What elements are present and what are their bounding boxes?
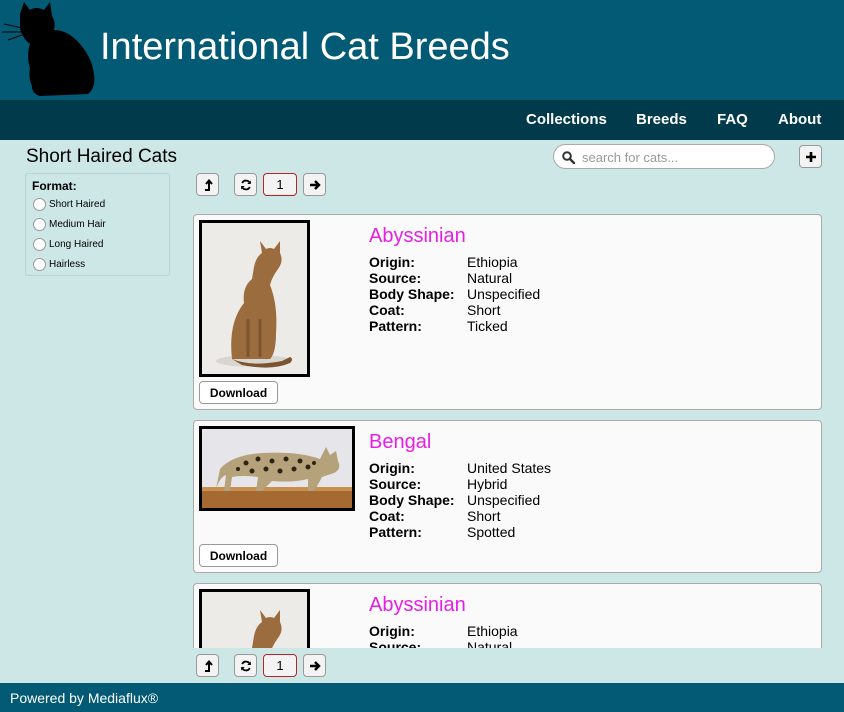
attribute-label: Origin: bbox=[369, 460, 415, 476]
filter-title: Format: bbox=[32, 179, 77, 193]
breed-photo[interactable] bbox=[199, 426, 355, 511]
breed-photo[interactable] bbox=[199, 220, 310, 377]
plus-icon bbox=[805, 151, 816, 162]
next-page-button[interactable] bbox=[303, 654, 326, 677]
refresh-button[interactable] bbox=[234, 173, 257, 196]
attribute-value: Unspecified bbox=[467, 286, 541, 302]
attribute-label: Origin: bbox=[369, 623, 415, 639]
attribute-label: Coat: bbox=[369, 302, 405, 318]
attribute-value: Ethiopia bbox=[467, 623, 518, 639]
refresh-icon bbox=[240, 660, 251, 671]
results-list[interactable]: Abyssinian Origin: Ethiopia Source: Natu… bbox=[193, 214, 822, 648]
filter-option-long-haired[interactable]: Long Haired bbox=[33, 236, 103, 252]
attribute-value: Ticked bbox=[467, 318, 508, 334]
site-title: International Cat Breeds bbox=[100, 26, 510, 68]
breed-photo[interactable] bbox=[199, 589, 310, 648]
filter-option-label: Short Haired bbox=[49, 198, 106, 210]
filter-option-label: Hairless bbox=[49, 258, 86, 270]
attribute-label: Source: bbox=[369, 639, 422, 648]
radio-button[interactable] bbox=[33, 197, 46, 211]
radio-button[interactable] bbox=[33, 257, 46, 271]
search-box bbox=[553, 144, 775, 169]
search-icon bbox=[562, 151, 575, 164]
attribute-value: Natural bbox=[467, 270, 513, 286]
breed-card: Abyssinian Origin: Ethiopia Source: Natu… bbox=[193, 214, 822, 410]
radio-button[interactable] bbox=[33, 217, 46, 231]
attribute-value: Short bbox=[467, 508, 501, 524]
nav-breeds[interactable]: Breeds bbox=[636, 111, 687, 128]
page-number[interactable]: 1 bbox=[263, 173, 297, 196]
radio-button[interactable] bbox=[33, 237, 46, 251]
footer-credit: Powered by Mediaflux® bbox=[10, 690, 159, 706]
attribute-value: Natural bbox=[467, 639, 513, 648]
next-page-button[interactable] bbox=[303, 173, 326, 196]
up-level-button[interactable] bbox=[196, 173, 219, 196]
main-nav: Collections Breeds FAQ About bbox=[0, 100, 844, 140]
bengal-photo bbox=[202, 429, 352, 508]
attribute-value: Spotted bbox=[467, 524, 516, 540]
attribute-label: Origin: bbox=[369, 254, 415, 270]
page-title: Short Haired Cats bbox=[26, 146, 178, 167]
attribute-value: Unspecified bbox=[467, 492, 541, 508]
site-footer: Powered by Mediaflux® bbox=[0, 683, 844, 712]
attribute-label: Body Shape: bbox=[369, 492, 455, 508]
abyssinian-photo bbox=[202, 592, 307, 648]
cat-silhouette-icon bbox=[2, 2, 95, 96]
attribute-label: Body Shape: bbox=[369, 286, 455, 302]
attribute-label: Source: bbox=[369, 476, 422, 492]
nav-faq[interactable]: FAQ bbox=[717, 111, 748, 128]
attribute-value: Short bbox=[467, 302, 501, 318]
download-button[interactable]: Download bbox=[199, 544, 278, 567]
breed-card: Abyssinian Origin: Ethiopia Source: Natu… bbox=[193, 583, 822, 648]
breed-name[interactable]: Abyssinian bbox=[369, 594, 466, 617]
filter-option-hairless[interactable]: Hairless bbox=[33, 256, 85, 272]
abyssinian-photo bbox=[202, 223, 307, 374]
nav-about[interactable]: About bbox=[778, 111, 821, 128]
up-level-icon bbox=[204, 659, 213, 672]
refresh-icon bbox=[240, 179, 251, 190]
page-number[interactable]: 1 bbox=[263, 654, 297, 677]
attribute-label: Pattern: bbox=[369, 524, 422, 540]
attribute-label: Coat: bbox=[369, 508, 405, 524]
filter-option-medium-hair[interactable]: Medium Hair bbox=[33, 216, 106, 232]
nav-collections[interactable]: Collections bbox=[526, 111, 607, 128]
attribute-value: Hybrid bbox=[467, 476, 508, 492]
site-header: International Cat Breeds bbox=[0, 0, 844, 100]
arrow-right-icon bbox=[309, 179, 321, 190]
refresh-button[interactable] bbox=[234, 654, 257, 677]
up-level-icon bbox=[204, 178, 213, 191]
attribute-value: United States bbox=[467, 460, 552, 476]
format-filter: Format: Short Haired Medium Hair Long Ha… bbox=[25, 173, 170, 276]
search-input[interactable] bbox=[582, 148, 767, 166]
up-level-button[interactable] bbox=[196, 654, 219, 677]
breed-card: Bengal Origin: United States Source: Hyb… bbox=[193, 420, 822, 573]
attribute-label: Source: bbox=[369, 270, 422, 286]
breed-name[interactable]: Bengal bbox=[369, 431, 431, 454]
filter-option-label: Long Haired bbox=[49, 238, 104, 250]
add-button[interactable] bbox=[799, 145, 822, 168]
download-button[interactable]: Download bbox=[199, 381, 278, 404]
attribute-label: Pattern: bbox=[369, 318, 422, 334]
breed-name[interactable]: Abyssinian bbox=[369, 225, 466, 248]
filter-option-short-haired[interactable]: Short Haired bbox=[33, 196, 105, 212]
attribute-value: Ethiopia bbox=[467, 254, 518, 270]
arrow-right-icon bbox=[309, 660, 321, 671]
filter-option-label: Medium Hair bbox=[49, 218, 106, 230]
